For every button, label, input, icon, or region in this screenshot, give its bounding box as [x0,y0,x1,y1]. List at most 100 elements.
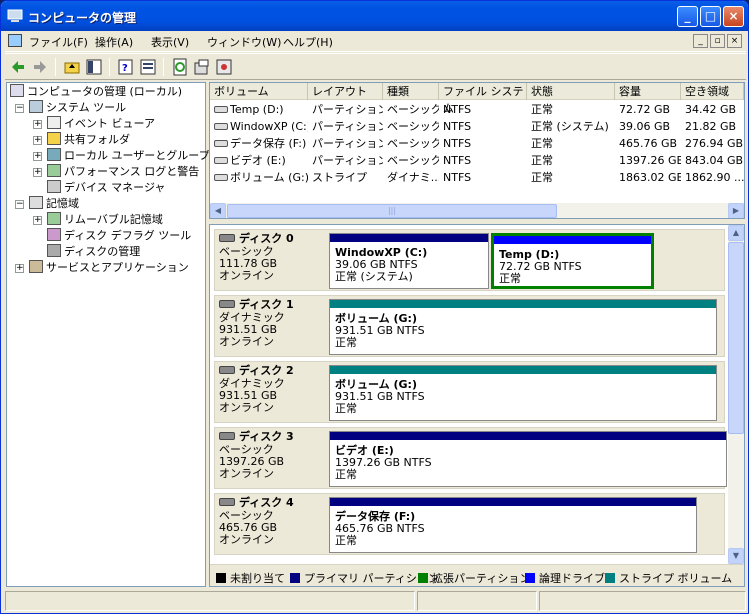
scroll-down-button[interactable]: ▼ [728,548,744,564]
table-row[interactable]: WindowXP (C:) パーティション ベーシック NTFS 正常 (システム) 39… [210,118,744,135]
collapse-storage[interactable]: − [15,200,24,209]
tree-item-shared-folders[interactable]: 共有フォルダ [47,132,130,148]
tree-item-services[interactable]: サービスとアプリケーション [29,260,189,276]
collapse-system-tools[interactable]: − [15,104,24,113]
partition-block[interactable]: WindowXP (C:) 39.06 GB NTFS 正常 (システム) [329,233,489,289]
maximize-button[interactable]: □ [700,6,721,27]
menu-help[interactable]: ヘルプ(H) [283,34,333,50]
volume-icon [214,123,228,130]
properties-icon[interactable] [139,58,157,76]
table-cell: パーティション [312,137,383,150]
scroll-thumb[interactable] [728,242,744,434]
expand-services[interactable]: + [15,264,24,273]
settings-icon[interactable] [215,58,233,76]
column-header[interactable]: 容量 [615,83,681,100]
disk-label[interactable]: ディスク 2 ダイナミック 931.51 GB オンライン [215,362,325,422]
column-header[interactable]: ボリューム [210,83,308,100]
refresh-icon[interactable] [171,58,189,76]
legend-swatch [605,573,615,583]
minimize-button[interactable]: _ [677,6,698,27]
table-cell: ボリューム (G:) [210,169,308,186]
help-icon[interactable]: ? [117,58,135,76]
table-cell: NTFS [443,137,472,150]
mdi-close-button[interactable]: × [727,34,742,48]
up-folder-icon[interactable] [63,58,81,76]
tree-item-event-viewer[interactable]: イベント ビューア [47,116,155,132]
disk-row[interactable]: ディスク 1 ダイナミック 931.51 GB オンライン ボリューム (G:) 931.… [214,295,725,357]
scroll-up-button[interactable]: ▲ [728,225,744,241]
table-cell: ベーシック [387,120,439,133]
volume-icon [214,157,228,164]
table-cell: ダイナミ... [387,171,439,184]
partition-block[interactable]: ビデオ (E:) 1397.26 GB NTFS 正常 [329,431,727,487]
table-cell: 465.76 GB [619,137,678,150]
scroll-thumb[interactable]: ||| [227,204,557,218]
table-row[interactable]: ビデオ (E:) パーティション ベーシック NTFS 正常 1397.26 GB 843.… [210,152,744,169]
menu-window[interactable]: ウィンドウ(W) [207,34,281,50]
table-cell: 276.94 GB [685,137,744,150]
disk-label[interactable]: ディスク 3 ベーシック 1397.26 GB オンライン [215,428,325,488]
status-panel [539,591,746,611]
title-bar[interactable]: コンピュータの管理 _ □ × [1,1,748,31]
vertical-scrollbar[interactable]: ▲ ▼ [728,225,744,564]
menu-view[interactable]: 表示(V) [151,34,189,50]
tree-item-root[interactable]: コンピュータの管理 (ローカル) [10,84,182,100]
removable-storage-icon [47,212,61,225]
table-cell: ベーシック [387,137,439,150]
column-header[interactable]: 種類 [383,83,439,100]
disk-label[interactable]: ディスク 4 ベーシック 465.76 GB オンライン [215,494,325,554]
table-cell: 正常 [531,103,553,116]
column-header[interactable]: ファイル システム [439,83,527,115]
tree-item-disk-management[interactable]: ディスクの管理 [47,244,140,260]
volume-icon [214,106,228,113]
expand-event-viewer[interactable]: + [33,120,42,129]
table-cell: ビデオ (E:) [210,152,308,169]
back-icon[interactable] [9,58,27,76]
mdi-restore-button[interactable]: ▫ [710,34,725,48]
tree-item-defrag[interactable]: ディスク デフラグ ツール [47,228,191,244]
tree-item-system-tools[interactable]: システム ツール [29,100,126,116]
table-cell: 正常 (システム) [531,120,609,133]
partition-block[interactable]: データ保存 (F:) 465.76 GB NTFS 正常 [329,497,697,553]
partition-block[interactable]: Temp (D:) 72.72 GB NTFS 正常 [491,233,654,289]
tree-item-perf-logs[interactable]: パフォーマンス ログと警告 [47,164,199,180]
disk-label[interactable]: ディスク 0 ベーシック 111.78 GB オンライン [215,230,325,290]
table-cell: 1863.02 GB [619,171,681,184]
column-header[interactable]: 状態 [527,83,615,100]
mdi-minimize-button[interactable]: _ [693,34,708,48]
mmc-icon[interactable] [8,34,22,47]
table-row[interactable]: ボリューム (G:) ストライプ ダイナミ... NTFS 正常 1863.02 GB 18… [210,169,744,186]
table-cell: 正常 [531,137,553,150]
export-list-icon[interactable] [193,58,211,76]
partition-block[interactable]: ボリューム (G:) 931.51 GB NTFS 正常 [329,365,717,421]
scroll-left-button[interactable]: ◀ [210,203,226,218]
expand-local-users[interactable]: + [33,152,42,161]
table-row[interactable]: Temp (D:) パーティション ベーシック NTFS 正常 72.72 GB 34.42… [210,101,744,118]
table-cell: ベーシック [387,103,439,116]
disk-row[interactable]: ディスク 0 ベーシック 111.78 GB オンライン WindowXP (C:) 39… [214,229,725,291]
expand-perf-logs[interactable]: + [33,168,42,177]
disk-label[interactable]: ディスク 1 ダイナミック 931.51 GB オンライン [215,296,325,356]
partition-block[interactable]: ボリューム (G:) 931.51 GB NTFS 正常 [329,299,717,355]
expand-removable[interactable]: + [33,216,42,225]
column-header[interactable]: 空き領域 [681,83,744,100]
tree-item-device-manager[interactable]: デバイス マネージャ [47,180,165,196]
expand-shared-folders[interactable]: + [33,136,42,145]
close-button[interactable]: × [723,6,744,27]
show-hide-tree-icon[interactable] [85,58,103,76]
tree-item-storage[interactable]: 記憶域 [29,196,79,212]
table-row[interactable]: データ保存 (F:) パーティション ベーシック NTFS 正常 465.76 GB 276… [210,135,744,152]
tree-item-removable[interactable]: リムーバブル記憶域 [47,212,163,228]
forward-icon[interactable] [31,58,49,76]
disk-row[interactable]: ディスク 4 ベーシック 465.76 GB オンライン データ保存 (F:) 465.7… [214,493,725,555]
disk-row[interactable]: ディスク 3 ベーシック 1397.26 GB オンライン ビデオ (E:) 1397.2… [214,427,727,489]
column-header[interactable]: レイアウト [308,83,383,100]
menu-file[interactable]: ファイル(F) [29,34,88,50]
disk-icon [219,432,235,440]
disk-row[interactable]: ディスク 2 ダイナミック 931.51 GB オンライン ボリューム (G:) 931.… [214,361,725,423]
horizontal-scrollbar[interactable]: ◀ ||| ▶ [210,203,744,218]
tree-item-local-users[interactable]: ローカル ユーザーとグループ [47,148,210,164]
table-cell: NTFS [443,154,472,167]
menu-action[interactable]: 操作(A) [95,34,133,50]
scroll-right-button[interactable]: ▶ [728,203,744,218]
